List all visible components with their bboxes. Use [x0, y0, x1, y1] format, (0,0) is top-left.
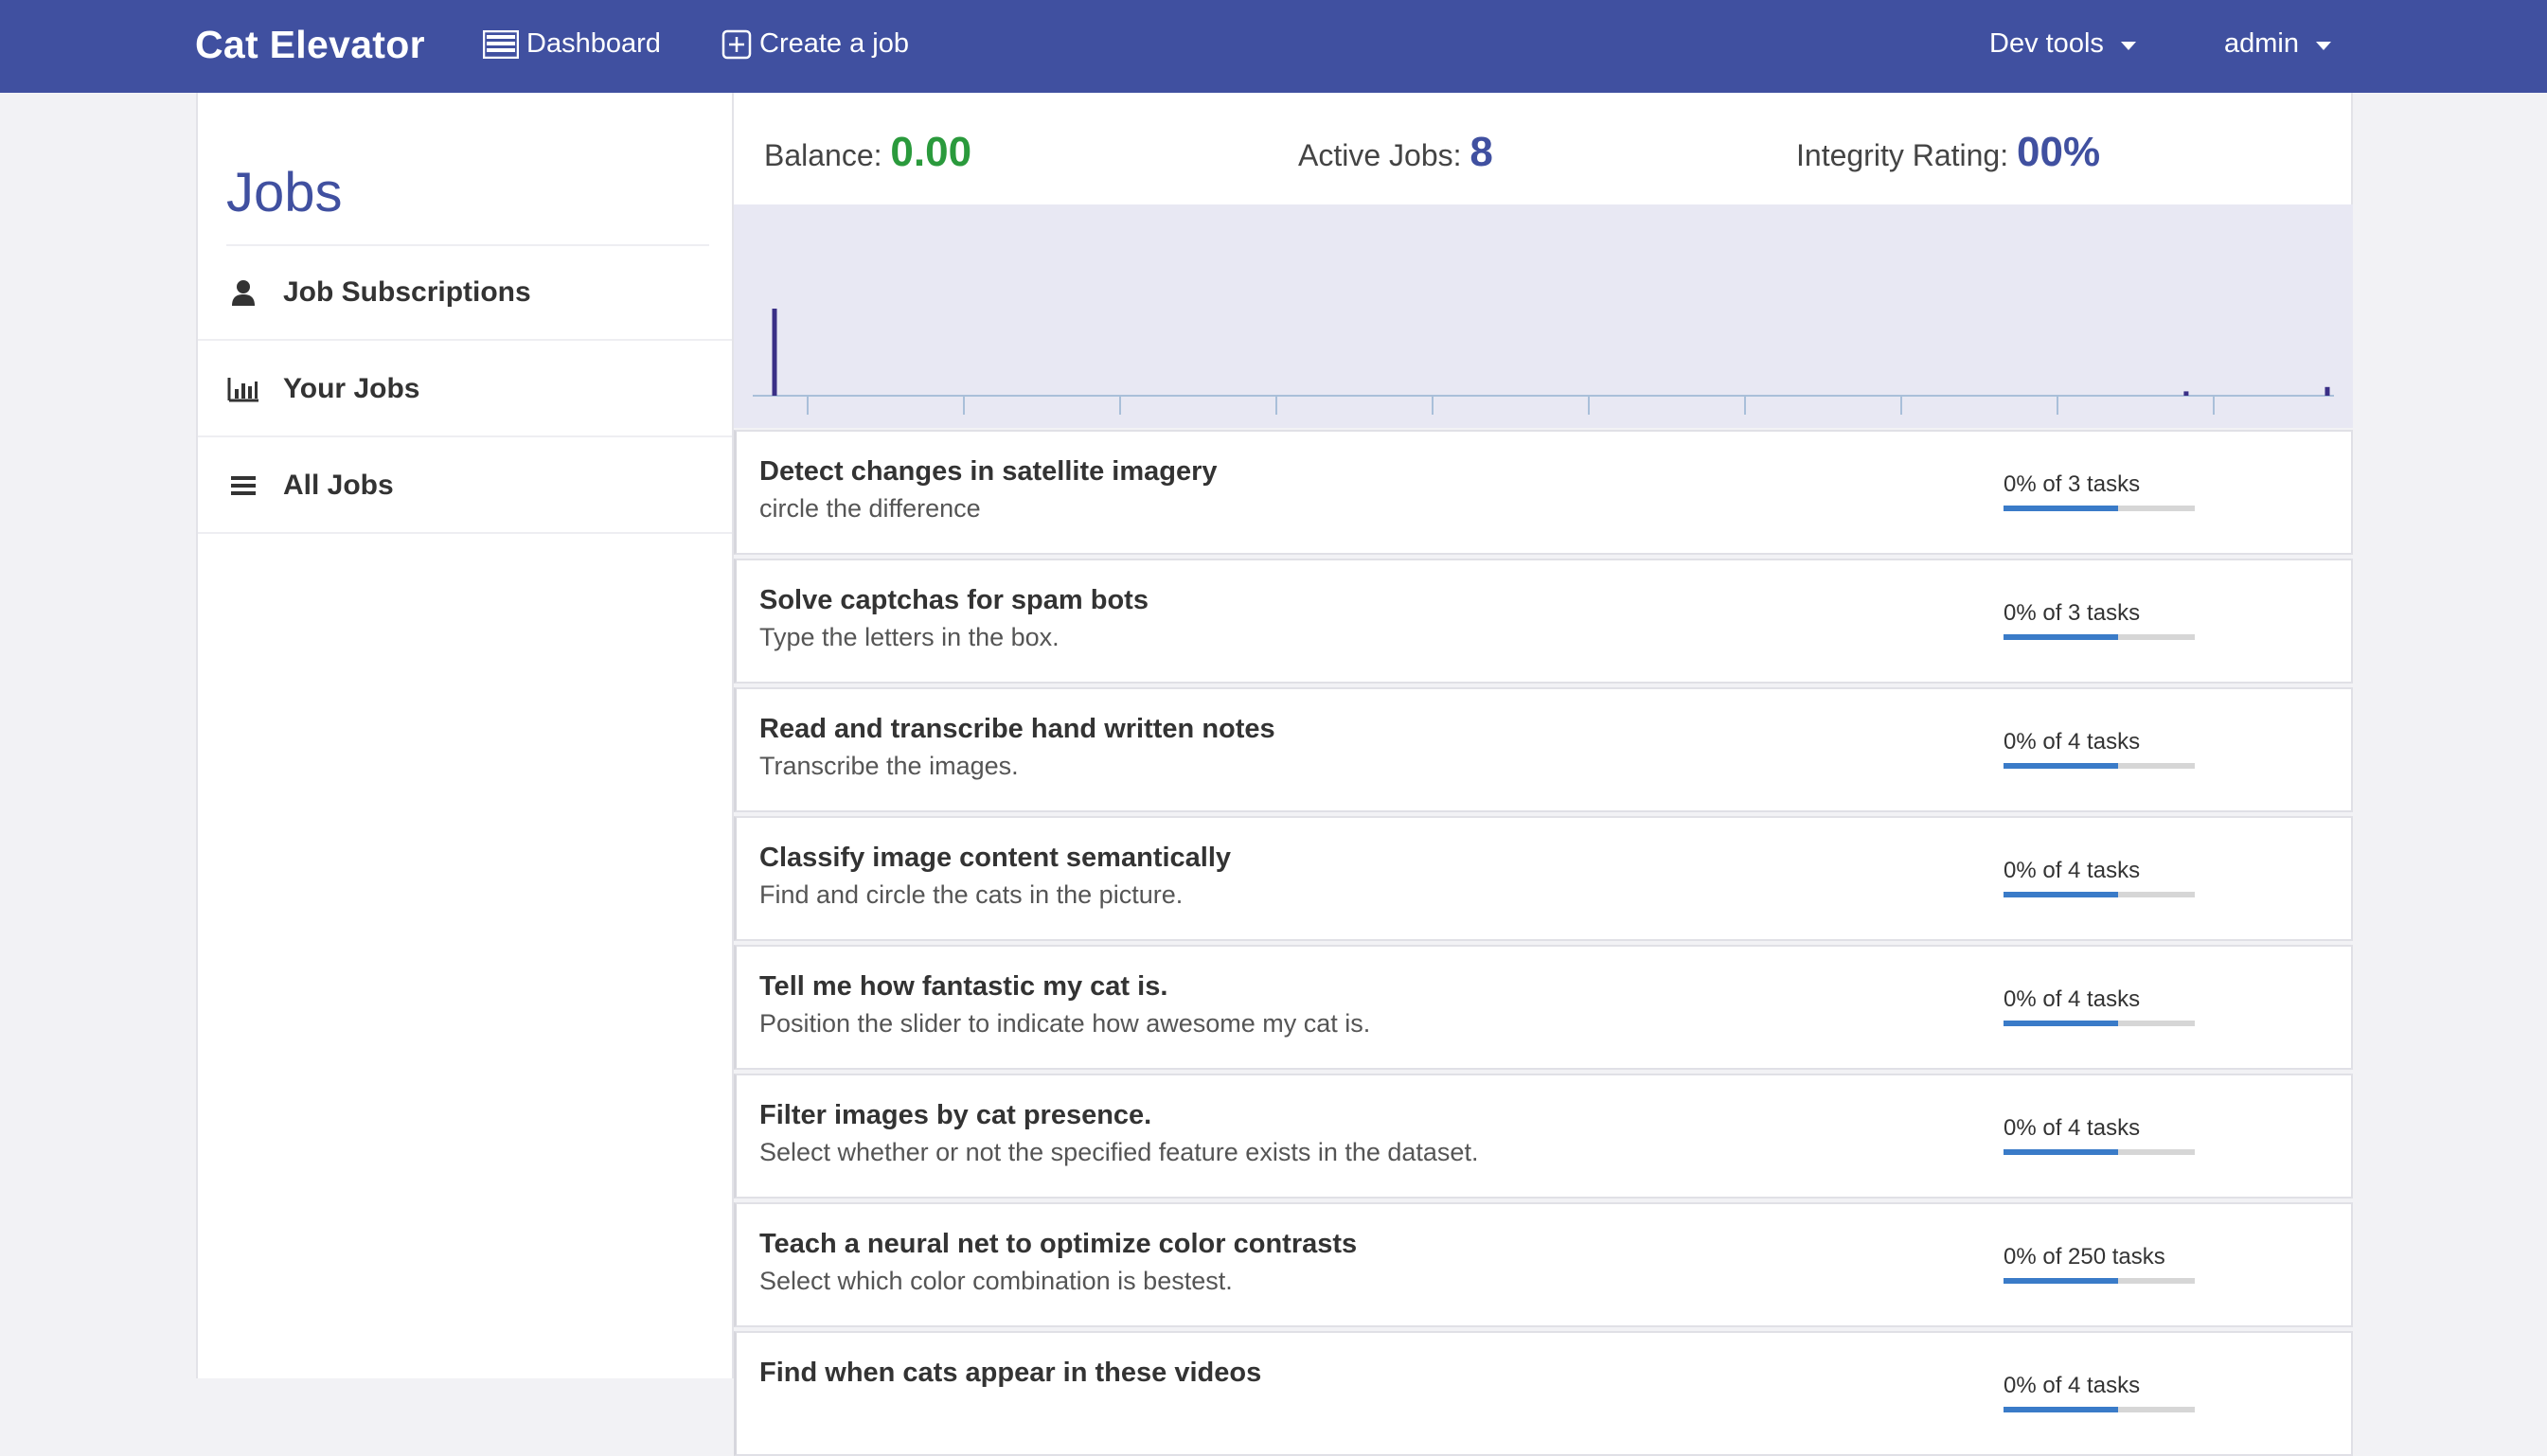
sidebar-item-all-jobs[interactable]: All Jobs — [198, 439, 732, 534]
active-jobs-label: Active Jobs: — [1298, 138, 1462, 172]
stats-bar: Balance: 0.00 Active Jobs: 8 Integrity R… — [734, 93, 2353, 204]
sidebar-item-job-subscriptions[interactable]: Job Subscriptions — [198, 246, 732, 341]
job-progress-fill — [2004, 1278, 2119, 1284]
sidebar-item-label: Your Jobs — [283, 373, 420, 404]
job-card[interactable]: Read and transcribe hand written notes Tr… — [734, 687, 2353, 812]
nav-create-job-label: Create a job — [759, 28, 909, 59]
active-jobs-stat: Active Jobs: 8 — [1298, 129, 1493, 176]
admin-label: admin — [2224, 28, 2299, 59]
job-progress-fill — [2004, 1021, 2119, 1026]
job-description: Position the slider to indicate how awes… — [759, 1009, 1371, 1038]
sidebar: Jobs Job Subscriptions Your Jobs All Job… — [196, 93, 734, 1378]
integrity-label: Integrity Rating: — [1796, 138, 2009, 172]
nav-dashboard-link[interactable]: Dashboard — [483, 28, 661, 60]
job-title[interactable]: Read and transcribe hand written notes — [759, 714, 1275, 745]
user-icon — [226, 275, 260, 310]
job-description: Transcribe the images. — [759, 752, 1019, 780]
job-progress-fill — [2004, 892, 2119, 897]
job-description: Select whether or not the specified feat… — [759, 1138, 1479, 1166]
chart-bar — [2324, 386, 2330, 396]
sidebar-title: Jobs — [226, 162, 343, 223]
chart-bar — [2183, 391, 2189, 396]
balance-value: 0.00 — [890, 129, 972, 175]
list-icon — [226, 469, 260, 503]
job-progress-bar — [2004, 892, 2195, 897]
job-progress-fill — [2004, 763, 2119, 769]
job-progress-label: 0% of 4 tasks — [2004, 858, 2141, 883]
caret-down-icon — [2316, 41, 2331, 50]
integrity-value: 00% — [2017, 129, 2101, 175]
job-progress-bar — [2004, 1278, 2195, 1284]
job-progress-fill — [2004, 1407, 2119, 1412]
job-progress-bar — [2004, 1021, 2195, 1026]
job-progress-bar — [2004, 1149, 2195, 1155]
dev-tools-label: Dev tools — [1989, 28, 2104, 59]
job-progress-bar — [2004, 1407, 2195, 1412]
job-description: circle the difference — [759, 494, 981, 523]
job-progress-label: 0% of 4 tasks — [2004, 1115, 2141, 1141]
sidebar-item-your-jobs[interactable]: Your Jobs — [198, 343, 732, 437]
job-card[interactable]: Solve captchas for spam bots Type the let… — [734, 559, 2353, 684]
job-title[interactable]: Filter images by cat presence. — [759, 1100, 1151, 1131]
job-card[interactable]: Detect changes in satellite imagery circl… — [734, 430, 2353, 555]
balance-label: Balance: — [764, 138, 882, 172]
job-card[interactable]: Tell me how fantastic my cat is. Position… — [734, 945, 2353, 1070]
admin-dropdown[interactable]: admin — [2224, 28, 2331, 60]
top-navbar: Cat Elevator Dashboard Create a job Dev … — [0, 0, 2547, 93]
job-progress-fill — [2004, 506, 2119, 511]
job-title[interactable]: Detect changes in satellite imagery — [759, 456, 1218, 488]
job-progress-label: 0% of 250 tasks — [2004, 1244, 2165, 1270]
job-description: Find and circle the cats in the picture. — [759, 880, 1184, 909]
job-progress-fill — [2004, 1149, 2119, 1155]
job-title[interactable]: Classify image content semantically — [759, 843, 1231, 874]
sidebar-item-label: All Jobs — [283, 470, 394, 501]
nav-dashboard-label: Dashboard — [526, 28, 661, 59]
job-card[interactable]: Find when cats appear in these videos 0% … — [734, 1331, 2353, 1456]
activity-chart — [734, 204, 2353, 428]
brand-logo[interactable]: Cat Elevator — [195, 23, 425, 67]
dev-tools-dropdown[interactable]: Dev tools — [1989, 28, 2136, 60]
job-progress-bar — [2004, 634, 2195, 640]
job-card[interactable]: Filter images by cat presence. Select whe… — [734, 1074, 2353, 1199]
activity-chart-svg — [753, 309, 2334, 415]
job-title[interactable]: Tell me how fantastic my cat is. — [759, 971, 1167, 1003]
integrity-stat: Integrity Rating: 00% — [1796, 129, 2100, 176]
job-card[interactable]: Classify image content semantically Find … — [734, 816, 2353, 941]
balance-stat: Balance: 0.00 — [764, 129, 971, 176]
nav-create-job-link[interactable]: Create a job — [721, 28, 909, 60]
chart-bar — [772, 309, 777, 396]
active-jobs-value: 8 — [1469, 129, 1493, 175]
job-title[interactable]: Find when cats appear in these videos — [759, 1358, 1261, 1389]
job-progress-label: 0% of 4 tasks — [2004, 729, 2141, 755]
dashboard-icon — [483, 29, 519, 59]
job-progress-bar — [2004, 506, 2195, 511]
main-content: Balance: 0.00 Active Jobs: 8 Integrity R… — [734, 93, 2353, 1456]
job-progress-label: 0% of 3 tasks — [2004, 600, 2141, 626]
job-progress-label: 0% of 3 tasks — [2004, 471, 2141, 497]
plus-square-icon — [721, 29, 752, 60]
job-progress-label: 0% of 4 tasks — [2004, 986, 2141, 1012]
job-progress-fill — [2004, 634, 2119, 640]
job-progress-bar — [2004, 763, 2195, 769]
job-title[interactable]: Solve captchas for spam bots — [759, 585, 1149, 616]
job-title[interactable]: Teach a neural net to optimize color con… — [759, 1229, 1357, 1260]
sidebar-item-label: Job Subscriptions — [283, 276, 531, 308]
job-card[interactable]: Teach a neural net to optimize color con… — [734, 1202, 2353, 1327]
job-progress-label: 0% of 4 tasks — [2004, 1373, 2141, 1398]
job-description: Select which color combination is bestes… — [759, 1267, 1233, 1295]
bar-chart-icon — [226, 372, 260, 406]
job-description: Type the letters in the box. — [759, 623, 1060, 651]
caret-down-icon — [2120, 41, 2136, 50]
